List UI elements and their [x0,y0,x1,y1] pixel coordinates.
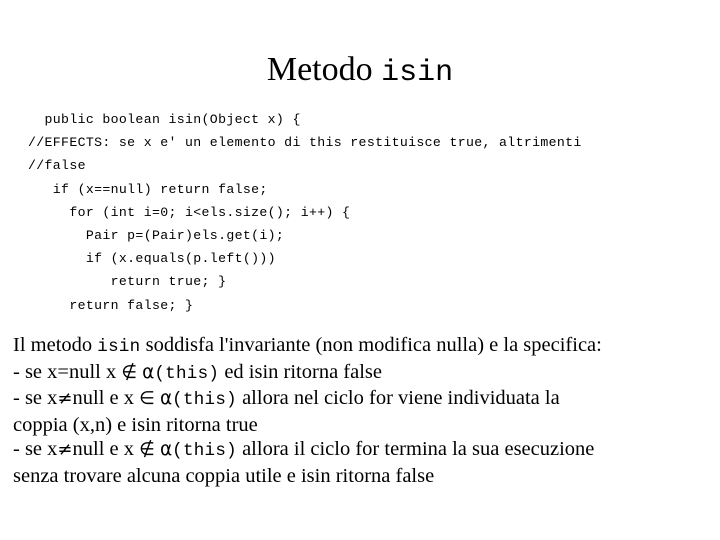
code-line: if (x.equals(p.left())) [28,251,276,267]
prose-block: Il metodo isin soddisfa l'invariante (no… [13,333,713,489]
prose-run-mono: (this) [154,363,220,384]
prose-line: coppia (x,n) e isin ritorna true [13,413,713,438]
prose-run-greek: α [159,388,173,410]
page-title-serif: Metodo [266,51,382,88]
prose-run-greek: α [142,361,155,383]
code-line: public boolean isin(Object x) { [28,112,301,127]
prose-line: Il metodo isin soddisfa l'invariante (no… [13,333,713,360]
prose-line: senza trovare alcuna coppia utile e isin… [13,464,713,489]
code-line: return true; } [28,274,227,290]
prose-run-serif: allora nel ciclo for viene individuata l… [236,387,560,410]
prose-line: - se x≠null e x ∈ α(this) allora nel cic… [13,386,713,413]
prose-run-serif: coppia (x,n) e isin ritorna true [13,413,258,436]
code-block: public boolean isin(Object x) { //EFFECTS… [28,108,698,317]
code-line: //false [28,158,86,174]
prose-run-sym: ∈ [139,388,155,410]
code-line: if (x==null) return false; [28,181,268,197]
code-line: for (int i=0; i<els.size(); i++) { [28,204,351,220]
prose-run-serif: allora il ciclo for termina la sua esecu… [236,438,595,461]
prose-run-serif: - se x [13,438,58,461]
code-line: //EFFECTS: se x e' un elemento di this r… [28,135,582,151]
prose-run-sym: ≠ [57,388,73,410]
prose-run-serif: Il metodo [13,334,98,356]
prose-run-serif: null e x [72,387,140,410]
page-title-mono: isin [381,56,454,90]
prose-run-mono: (this) [172,390,237,411]
slide-canvas: Metodo isin public boolean isin(Object x… [0,0,720,540]
prose-run-sym: ∉ [121,361,138,383]
prose-run-sym: ≠ [57,439,73,461]
prose-run-serif: null e x [72,438,140,461]
prose-run-sym: ∉ [139,439,155,461]
prose-run-serif: ed isin ritorna false [219,360,382,383]
prose-line: - se x=null x ∉ α(this) ed isin ritorna … [13,360,713,387]
prose-run-mono: (this) [172,441,237,462]
prose-run-serif: soddisfa l'invariante (non modifica null… [140,334,602,356]
prose-run-serif: - se x=null x [13,360,122,383]
prose-run-serif: senza trovare alcuna coppia utile e isin… [13,464,435,487]
prose-line: - se x≠null e x ∉ α(this) allora il cicl… [13,437,713,464]
page-title: Metodo isin [0,50,720,93]
prose-run-serif: - se x [13,387,58,410]
code-line: return false; } [28,297,194,313]
code-line: Pair p=(Pair)els.get(i); [28,228,285,244]
prose-run-mono: isin [97,337,141,357]
prose-run-greek: α [159,439,173,461]
